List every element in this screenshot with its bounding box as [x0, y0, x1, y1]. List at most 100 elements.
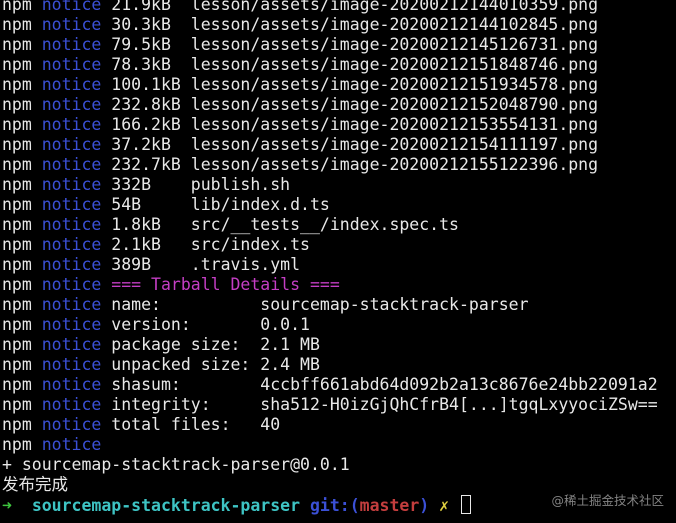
log-line: npm notice 79.5kB lesson/assets/image-20…: [2, 35, 676, 55]
prompt-branch: master: [359, 496, 420, 515]
prompt-branch-open: (: [349, 496, 360, 515]
npm-prefix: npm: [2, 95, 32, 114]
log-text: integrity: sha512-H0izGjQhCfrB4[...]tgqL…: [111, 395, 658, 414]
log-text: 1.8kB src/__tests__/index.spec.ts: [111, 215, 459, 234]
log-text: 232.7kB lesson/assets/image-202002121551…: [111, 155, 599, 174]
log-text: shasum: 4ccbff661abd64d092b2a13c8676e24b…: [111, 375, 658, 394]
log-text: 30.3kB lesson/assets/image-2020021214410…: [111, 15, 599, 34]
npm-prefix: npm: [2, 395, 32, 414]
npm-prefix: npm: [2, 135, 32, 154]
log-line: npm notice 332B publish.sh: [2, 175, 676, 195]
terminal-output: npm notice 21.9kB lesson/assets/image-20…: [2, 0, 676, 515]
log-text: version: 0.0.1: [111, 315, 310, 334]
log-text: 166.2kB lesson/assets/image-202002121535…: [111, 115, 599, 134]
npm-prefix: npm: [2, 375, 32, 394]
notice-level: notice: [41, 215, 102, 234]
notice-level: notice: [41, 95, 102, 114]
log-line: npm notice total files: 40: [2, 415, 676, 435]
notice-level: notice: [41, 375, 102, 394]
log-line: npm notice unpacked size: 2.4 MB: [2, 355, 676, 375]
npm-prefix: npm: [2, 0, 32, 14]
log-text: 78.3kB lesson/assets/image-2020021215184…: [111, 55, 599, 74]
publish-result: + sourcemap-stacktrack-parser@0.0.1: [2, 455, 350, 474]
notice-level: notice: [41, 415, 102, 434]
notice-level: notice: [41, 395, 102, 414]
notice-level: notice: [41, 235, 102, 254]
log-line: npm notice 2.1kB src/index.ts: [2, 235, 676, 255]
log-text: 100.1kB lesson/assets/image-202002121519…: [111, 75, 599, 94]
notice-level: notice: [41, 275, 102, 294]
log-text: unpacked size: 2.4 MB: [111, 355, 320, 374]
log-text: 37.2kB lesson/assets/image-2020021215411…: [111, 135, 599, 154]
notice-level: notice: [41, 175, 102, 194]
npm-prefix: npm: [2, 315, 32, 334]
notice-level: notice: [41, 435, 102, 454]
notice-level: notice: [41, 75, 102, 94]
log-line: npm notice 54B lib/index.d.ts: [2, 195, 676, 215]
prompt-arrow-icon: ➜: [2, 496, 12, 515]
log-text: 2.1kB src/index.ts: [111, 235, 310, 254]
notice-level: notice: [41, 355, 102, 374]
log-text: 79.5kB lesson/assets/image-2020021214512…: [111, 35, 599, 54]
tarball-details-header: npm notice === Tarball Details ===: [2, 275, 676, 295]
log-line: npm notice version: 0.0.1: [2, 315, 676, 335]
log-line: npm notice 100.1kB lesson/assets/image-2…: [2, 75, 676, 95]
npm-prefix: npm: [2, 175, 32, 194]
log-line: npm notice 232.8kB lesson/assets/image-2…: [2, 95, 676, 115]
prompt-directory: sourcemap-stacktrack-parser: [31, 496, 301, 515]
prompt-dirty-icon: ✗: [439, 496, 450, 515]
log-text: 21.9kB lesson/assets/image-2020021214401…: [111, 0, 599, 14]
npm-prefix: npm: [2, 195, 32, 214]
npm-prefix: npm: [2, 335, 32, 354]
npm-prefix: npm: [2, 55, 32, 74]
log-line: npm notice 37.2kB lesson/assets/image-20…: [2, 135, 676, 155]
npm-prefix: npm: [2, 155, 32, 174]
npm-prefix: npm: [2, 295, 32, 314]
npm-prefix: npm: [2, 415, 32, 434]
log-line: npm notice name: sourcemap-stacktrack-pa…: [2, 295, 676, 315]
log-text: 389B .travis.yml: [111, 255, 301, 274]
log-text: package size: 2.1 MB: [111, 335, 320, 354]
log-line: npm notice shasum: 4ccbff661abd64d092b2a…: [2, 375, 676, 395]
tarball-details: npm notice name: sourcemap-stacktrack-pa…: [2, 295, 676, 455]
log-line: npm notice 30.3kB lesson/assets/image-20…: [2, 15, 676, 35]
npm-prefix: npm: [2, 115, 32, 134]
npm-prefix: npm: [2, 35, 32, 54]
log-line: npm notice 389B .travis.yml: [2, 255, 676, 275]
notice-level: notice: [41, 315, 102, 334]
npm-prefix: npm: [2, 435, 32, 454]
log-text: 232.8kB lesson/assets/image-202002121520…: [111, 95, 599, 114]
tarball-header-text: === Tarball Details ===: [111, 275, 340, 294]
npm-prefix: npm: [2, 215, 32, 234]
log-line: npm notice integrity: sha512-H0izGjQhCfr…: [2, 395, 676, 415]
terminal-cursor[interactable]: [461, 495, 472, 514]
notice-level: notice: [41, 15, 102, 34]
notice-level: notice: [41, 295, 102, 314]
log-text: total files: 40: [111, 415, 281, 434]
prompt-branch-close: ): [419, 496, 430, 515]
log-text: 54B lib/index.d.ts: [111, 195, 330, 214]
log-line: npm notice package size: 2.1 MB: [2, 335, 676, 355]
log-line: npm notice 21.9kB lesson/assets/image-20…: [2, 0, 676, 15]
notice-level: notice: [41, 135, 102, 154]
log-line: npm notice: [2, 435, 676, 455]
npm-prefix: npm: [2, 235, 32, 254]
log-line: npm notice 1.8kB src/__tests__/index.spe…: [2, 215, 676, 235]
log-line: npm notice 78.3kB lesson/assets/image-20…: [2, 55, 676, 75]
notice-level: notice: [41, 255, 102, 274]
notice-level: notice: [41, 55, 102, 74]
npm-prefix: npm: [2, 275, 32, 294]
notice-level: notice: [41, 195, 102, 214]
npm-prefix: npm: [2, 75, 32, 94]
npm-prefix: npm: [2, 255, 32, 274]
notice-level: notice: [41, 335, 102, 354]
log-line: npm notice 232.7kB lesson/assets/image-2…: [2, 155, 676, 175]
log-text: name: sourcemap-stacktrack-parser: [111, 295, 529, 314]
prompt-git-label: git:: [309, 496, 350, 515]
notice-level: notice: [41, 0, 102, 14]
notice-level: notice: [41, 155, 102, 174]
watermark: @稀土掘金技术社区: [551, 493, 664, 508]
file-list: npm notice 21.9kB lesson/assets/image-20…: [2, 0, 676, 275]
npm-prefix: npm: [2, 355, 32, 374]
log-line: npm notice 166.2kB lesson/assets/image-2…: [2, 115, 676, 135]
